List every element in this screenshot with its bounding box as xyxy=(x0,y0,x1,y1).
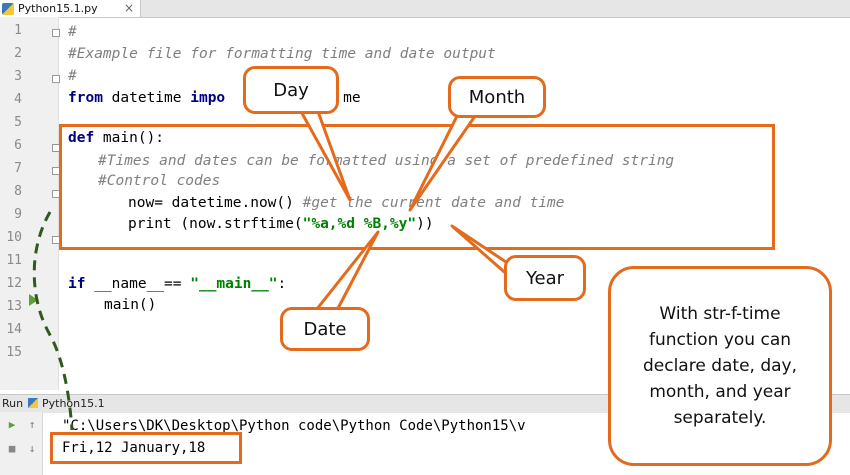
line-number: 8 xyxy=(14,184,22,199)
date-callout: Date xyxy=(280,307,370,351)
month-callout: Month xyxy=(448,76,546,118)
down-arrow-icon[interactable]: ↓ xyxy=(26,442,38,455)
line-number: 11 xyxy=(6,253,22,268)
output-highlight-box xyxy=(50,432,242,464)
line-number: 13 xyxy=(6,299,22,314)
line-number: 9 xyxy=(14,207,22,222)
line-number: 10 xyxy=(6,230,22,245)
code-line-1[interactable]: # xyxy=(68,24,77,40)
close-icon[interactable]: × xyxy=(124,1,134,15)
code-line-13[interactable]: if __name__== "__main__": xyxy=(68,276,286,292)
python-file-icon xyxy=(28,398,38,408)
line-number: 7 xyxy=(14,161,22,176)
code-line-3[interactable]: # xyxy=(68,68,77,84)
editor-tab[interactable]: Python15.1.py × xyxy=(0,0,141,17)
run-tab-title[interactable]: Python15.1 xyxy=(42,397,105,410)
line-number-gutter: 1 2 3 4 5 6 7 8 9 10 11 12 13 14 15 xyxy=(0,17,60,390)
editor-tab-title: Python15.1.py xyxy=(18,2,98,15)
line-number: 3 xyxy=(14,69,22,84)
run-toolbar: ▶ ■ ↑ ↓ xyxy=(0,412,43,475)
day-callout: Day xyxy=(243,66,339,114)
line-number: 6 xyxy=(14,138,22,153)
code-line-14[interactable]: main() xyxy=(104,297,156,313)
stop-icon[interactable]: ■ xyxy=(6,442,18,455)
function-highlight-box xyxy=(59,124,775,250)
editor-tab-bar: Python15.1.py × xyxy=(0,0,850,18)
line-number: 1 xyxy=(14,23,22,38)
line-number: 4 xyxy=(14,92,22,107)
line-number: 12 xyxy=(6,276,22,291)
line-number: 5 xyxy=(14,115,22,130)
run-label: Run xyxy=(2,397,24,410)
explanation-callout: With str-f-time function you can declare… xyxy=(608,266,832,466)
code-line-2[interactable]: #Example file for formatting time and da… xyxy=(68,46,496,62)
python-file-icon xyxy=(2,2,14,15)
line-number: 15 xyxy=(6,345,22,360)
up-arrow-icon[interactable]: ↑ xyxy=(26,418,38,431)
run-gutter-icon[interactable] xyxy=(29,294,38,306)
line-number: 14 xyxy=(6,322,22,337)
rerun-icon[interactable]: ▶ xyxy=(6,418,18,431)
fold-marker-icon[interactable] xyxy=(52,29,60,37)
year-callout: Year xyxy=(504,255,586,301)
line-number: 2 xyxy=(14,46,22,61)
fold-marker-icon[interactable] xyxy=(52,75,60,83)
